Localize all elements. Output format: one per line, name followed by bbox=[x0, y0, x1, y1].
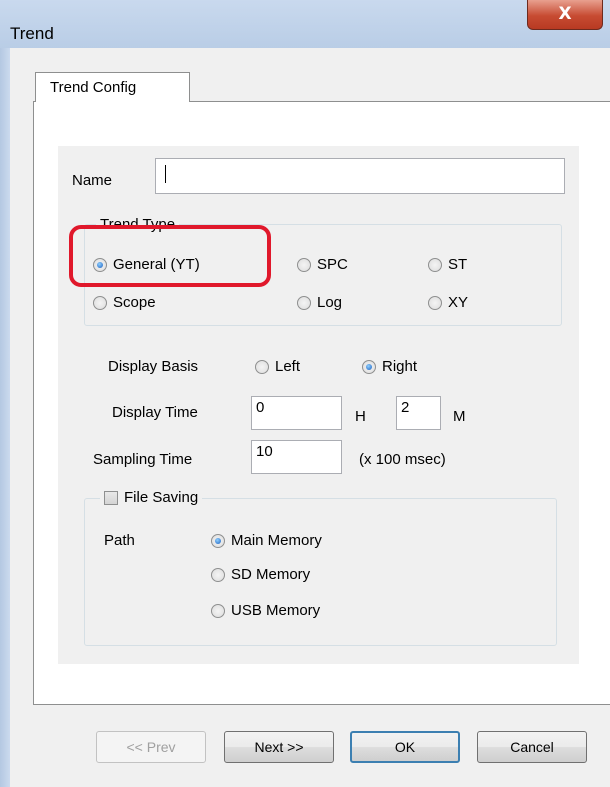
radio-label: ST bbox=[448, 256, 468, 273]
trend-dialog: Trend X Trend Config Name Trend Type Gen… bbox=[0, 0, 610, 787]
sampling-value: 10 bbox=[256, 443, 273, 460]
file-saving-group bbox=[84, 498, 557, 646]
radio-unselected-icon bbox=[211, 567, 225, 582]
radio-main-memory[interactable]: Main Memory bbox=[211, 532, 322, 549]
sampling-time-input[interactable]: 10 bbox=[251, 440, 342, 474]
close-button[interactable]: X bbox=[527, 0, 603, 30]
path-label: Path bbox=[104, 532, 135, 549]
sampling-time-label: Sampling Time bbox=[93, 451, 193, 468]
close-icon: X bbox=[558, 4, 572, 24]
text-caret bbox=[165, 165, 166, 183]
tab-label: Trend Config bbox=[50, 79, 137, 96]
radio-label: Main Memory bbox=[231, 532, 322, 549]
radio-st[interactable]: ST bbox=[428, 256, 467, 273]
file-saving-checkbox[interactable] bbox=[104, 490, 118, 505]
radio-usb-memory[interactable]: USB Memory bbox=[211, 602, 320, 619]
title-bar: Trend X bbox=[0, 0, 610, 48]
radio-log[interactable]: Log bbox=[297, 294, 342, 311]
radio-unselected-icon bbox=[428, 295, 442, 310]
ok-button[interactable]: OK bbox=[350, 731, 460, 763]
tab-trend-config[interactable]: Trend Config bbox=[35, 72, 190, 102]
radio-sd-memory[interactable]: SD Memory bbox=[211, 566, 310, 583]
next-button[interactable]: Next >> bbox=[224, 731, 334, 763]
radio-unselected-icon bbox=[93, 295, 107, 310]
file-saving-legend: File Saving bbox=[100, 489, 203, 506]
radio-unselected-icon bbox=[211, 603, 225, 618]
hours-unit: H bbox=[355, 408, 366, 425]
radio-selected-icon bbox=[211, 533, 225, 548]
name-input[interactable] bbox=[155, 158, 565, 194]
radio-label: Scope bbox=[113, 294, 156, 311]
display-time-minutes-input[interactable]: 2 bbox=[396, 396, 441, 430]
radio-xy[interactable]: XY bbox=[428, 294, 468, 311]
display-basis-label: Display Basis bbox=[108, 358, 199, 375]
radio-unselected-icon bbox=[428, 257, 442, 272]
radio-right[interactable]: Right bbox=[362, 358, 417, 375]
name-label: Name bbox=[72, 172, 113, 189]
radio-label: SD Memory bbox=[231, 566, 311, 583]
radio-label: XY bbox=[448, 294, 469, 311]
radio-label: Right bbox=[382, 358, 418, 375]
display-time-label: Display Time bbox=[112, 404, 198, 421]
display-time-hours-input[interactable]: 0 bbox=[251, 396, 342, 430]
radio-label: SPC bbox=[317, 256, 348, 273]
window-border bbox=[0, 48, 10, 787]
radio-unselected-icon bbox=[297, 295, 311, 310]
cancel-button[interactable]: Cancel bbox=[477, 731, 587, 763]
hours-value: 0 bbox=[256, 399, 265, 416]
radio-unselected-icon bbox=[297, 257, 311, 272]
sampling-unit: (x 100 msec) bbox=[359, 451, 446, 468]
minutes-value: 2 bbox=[401, 399, 410, 416]
prev-button[interactable]: << Prev bbox=[96, 731, 206, 763]
radio-selected-icon bbox=[362, 359, 376, 374]
window-title: Trend bbox=[10, 24, 54, 43]
radio-label: USB Memory bbox=[231, 602, 321, 619]
radio-label: Log bbox=[317, 294, 343, 311]
file-saving-label: File Saving bbox=[124, 489, 199, 506]
radio-spc[interactable]: SPC bbox=[297, 256, 348, 273]
highlight-annotation bbox=[69, 225, 271, 287]
radio-unselected-icon bbox=[255, 359, 269, 374]
minutes-unit: M bbox=[453, 408, 466, 425]
radio-label: Left bbox=[275, 358, 301, 375]
radio-scope[interactable]: Scope bbox=[93, 294, 156, 311]
radio-left[interactable]: Left bbox=[255, 358, 300, 375]
